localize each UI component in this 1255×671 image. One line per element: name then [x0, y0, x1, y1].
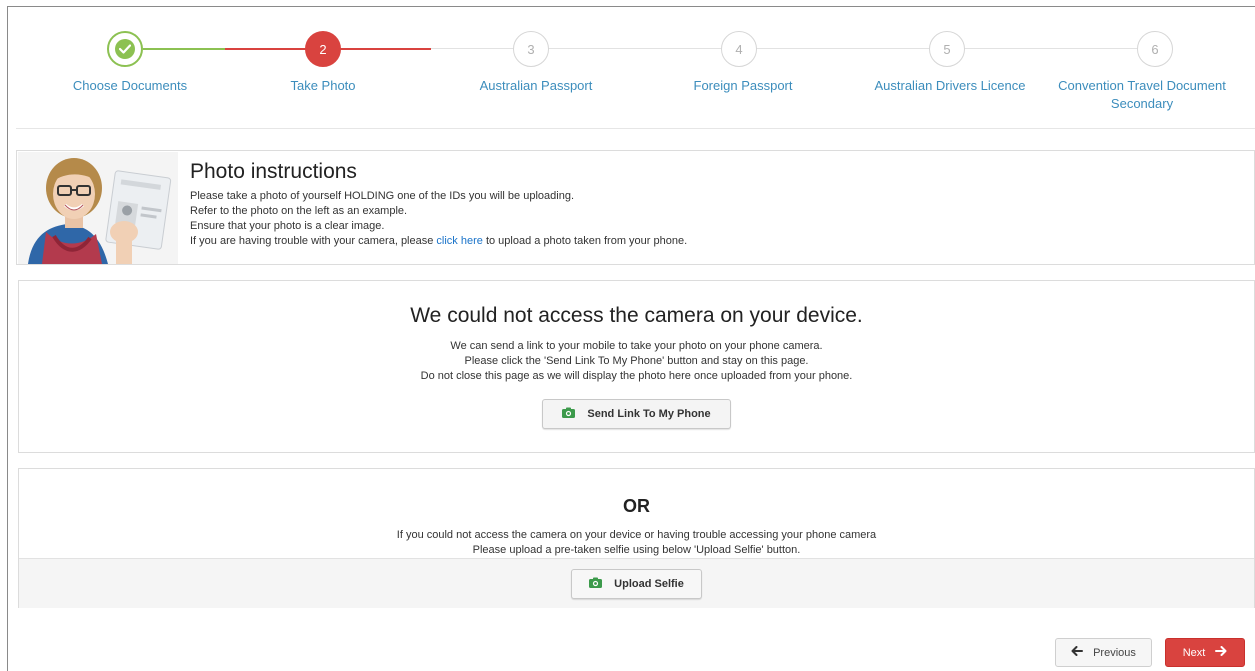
step-number: 4 — [735, 41, 743, 57]
send-link-to-my-phone-button[interactable]: Send Link To My Phone — [542, 399, 731, 429]
wizard-steps: 2 3 4 5 6 Choose Documents Take Photo Au… — [0, 0, 1255, 130]
step-circle-1[interactable] — [107, 31, 143, 67]
step-label-convention-travel-document[interactable]: Convention Travel Document Secondary — [1057, 77, 1227, 113]
instructions-title: Photo instructions — [190, 160, 357, 183]
step-label-australian-passport[interactable]: Australian Passport — [436, 77, 636, 95]
step-connector-3 — [339, 48, 431, 50]
or-heading: OR — [623, 496, 650, 516]
check-icon — [115, 39, 135, 59]
photo-instructions-panel: Photo instructions Please take a photo o… — [16, 150, 1255, 265]
upload-instructions-line: Please upload a pre-taken selfie using b… — [472, 544, 801, 556]
camera-error-line: Do not close this page as we will displa… — [420, 370, 853, 382]
step-circle-4[interactable]: 4 — [721, 31, 757, 67]
instructions-line: Refer to the photo on the left as an exa… — [190, 205, 408, 217]
upload-instructions-line: If you could not access the camera on yo… — [396, 529, 877, 541]
arrow-right-icon — [1215, 646, 1227, 659]
previous-button[interactable]: Previous — [1055, 638, 1152, 667]
step-connector-7 — [963, 48, 1137, 49]
step-circle-2[interactable]: 2 — [305, 31, 341, 67]
instructions-text: Photo instructions Please take a photo o… — [190, 159, 687, 249]
instructions-line-upload: If you are having trouble with your came… — [190, 234, 687, 249]
step-circle-6[interactable]: 6 — [1137, 31, 1173, 67]
step-label-choose-documents[interactable]: Choose Documents — [30, 77, 230, 95]
instructions-text-prefix: If you are having trouble with your came… — [190, 235, 437, 247]
step-label-australian-drivers-licence[interactable]: Australian Drivers Licence — [850, 77, 1050, 95]
step-connector-6 — [755, 48, 929, 49]
camera-error-title: We could not access the camera on your d… — [410, 304, 863, 327]
camera-icon — [589, 577, 603, 591]
example-selfie-image — [18, 152, 178, 264]
camera-error-panel: We could not access the camera on your d… — [18, 280, 1255, 453]
step-number: 5 — [943, 41, 951, 57]
upload-selfie-button[interactable]: Upload Selfie — [571, 568, 702, 599]
step-number: 3 — [527, 41, 535, 57]
next-button-label: Next — [1182, 646, 1206, 659]
arrow-left-icon — [1071, 646, 1084, 659]
step-label-foreign-passport[interactable]: Foreign Passport — [643, 77, 843, 95]
step-number: 2 — [319, 41, 327, 57]
instructions-line: Please take a photo of yourself HOLDING … — [190, 190, 574, 202]
instructions-text-suffix: to upload a photo taken from your phone. — [482, 235, 688, 247]
step-number: 6 — [1151, 41, 1159, 57]
camera-error-line: We can send a link to your mobile to tak… — [450, 340, 823, 352]
upload-strip: Upload Selfie — [19, 558, 1254, 608]
step-connector-5 — [547, 48, 721, 49]
upload-alternative-panel: OR If you could not access the camera on… — [18, 468, 1255, 608]
step-circle-3[interactable]: 3 — [513, 31, 549, 67]
send-link-button-label: Send Link To My Phone — [587, 408, 711, 420]
step-connector-2 — [225, 48, 307, 50]
upload-selfie-button-label: Upload Selfie — [614, 577, 684, 590]
next-button[interactable]: Next — [1165, 638, 1245, 667]
step-connector-4 — [431, 48, 513, 49]
step-label-take-photo[interactable]: Take Photo — [223, 77, 423, 95]
steps-divider — [16, 128, 1255, 129]
instructions-line: Ensure that your photo is a clear image. — [190, 220, 385, 232]
camera-icon — [562, 407, 576, 421]
camera-error-line: Please click the 'Send Link To My Phone'… — [464, 355, 809, 367]
step-circle-5[interactable]: 5 — [929, 31, 965, 67]
previous-button-label: Previous — [1093, 646, 1136, 659]
click-here-link[interactable]: click here — [436, 235, 482, 247]
